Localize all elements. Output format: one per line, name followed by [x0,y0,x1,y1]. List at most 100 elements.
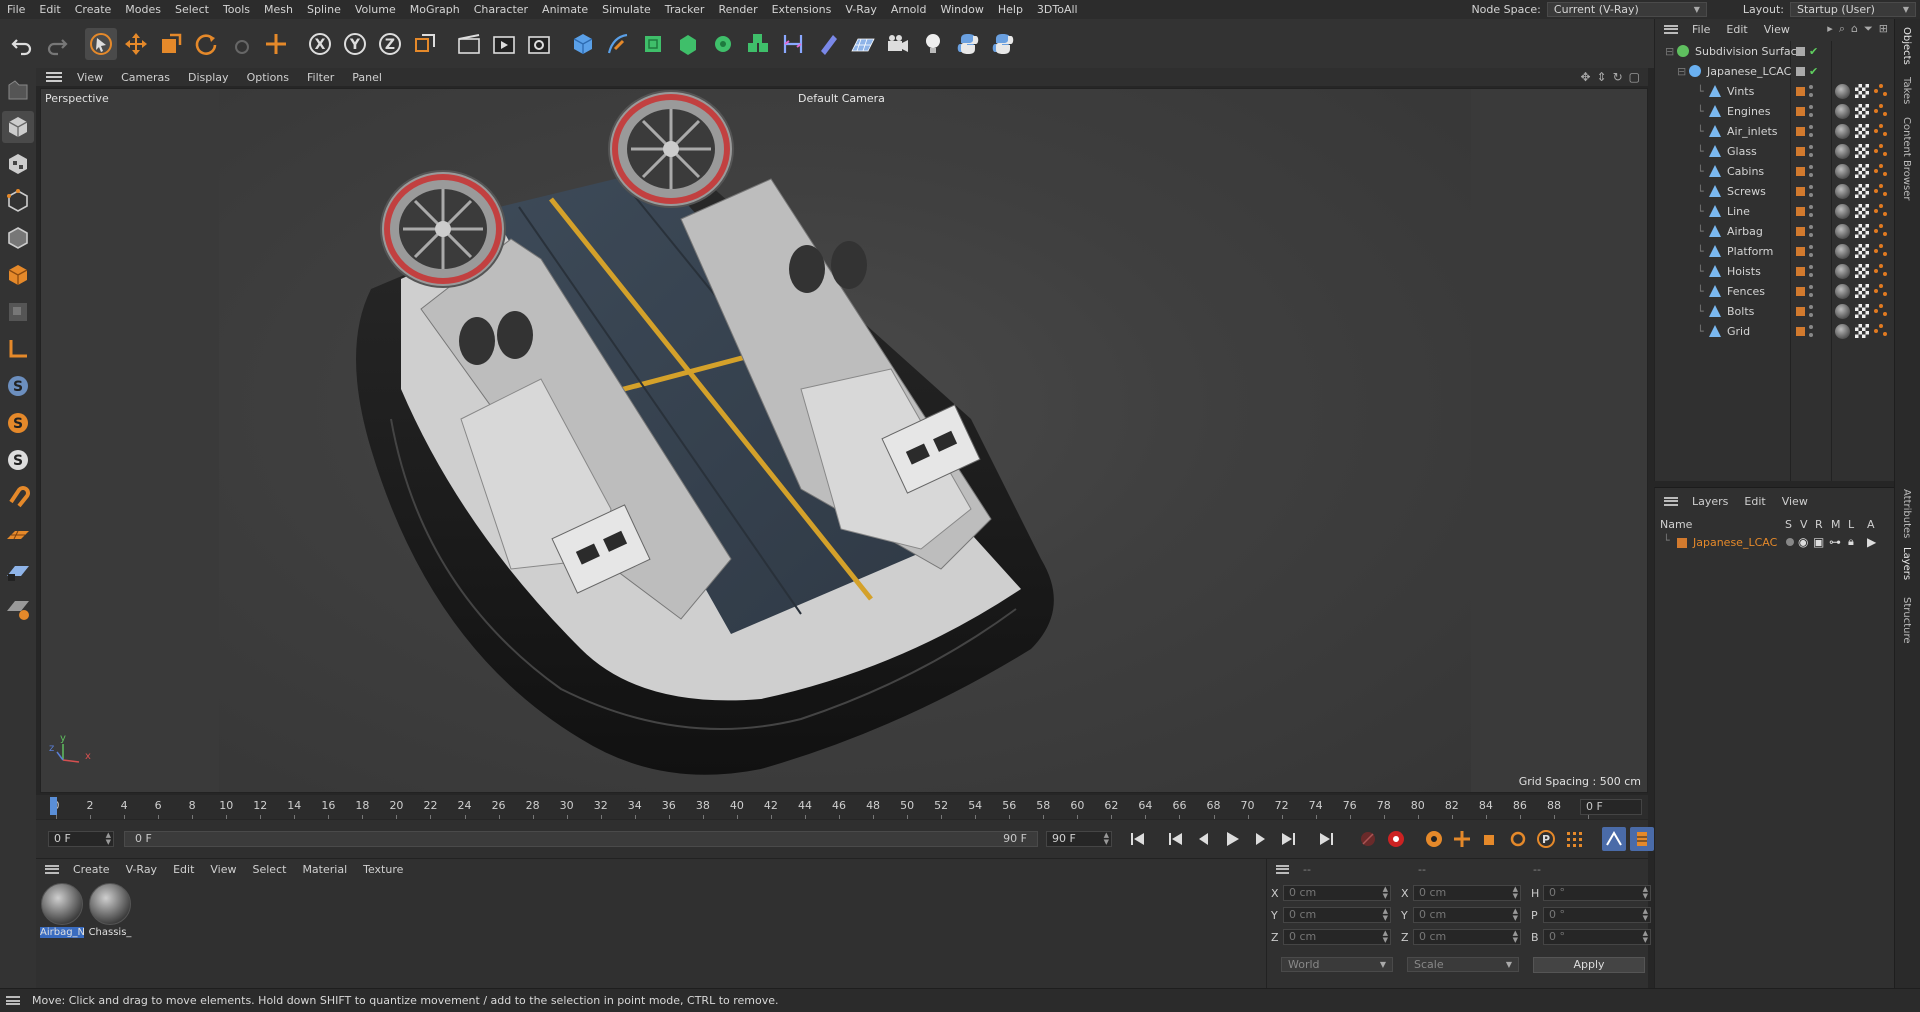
texture-tag-icon[interactable] [1855,284,1869,298]
coord-mode-dropdown[interactable]: World ▼ [1281,957,1393,972]
camera-button[interactable] [882,28,914,60]
coord-size-field[interactable]: 0 cm ▲ ▼ [1413,929,1521,945]
object-row-fences[interactable]: └ Fences [1655,281,1895,301]
axis-mode-button[interactable] [2,333,34,365]
tab-structure[interactable]: Structure [1901,597,1912,644]
move-tool-button[interactable] [120,28,152,60]
vray-tag-icon[interactable] [1874,124,1888,138]
layer-color-icon[interactable] [1796,246,1805,256]
texture-tag-icon[interactable] [1855,104,1869,118]
tab-objects[interactable]: Objects [1901,27,1912,65]
layer-color-icon[interactable] [1796,86,1805,96]
object-menu-view[interactable]: View [1756,23,1798,36]
layer-menu-view[interactable]: View [1774,495,1816,508]
object-row-hoists[interactable]: └ Hoists [1655,261,1895,281]
menu-window[interactable]: Window [933,3,990,16]
live-selection-button[interactable] [85,27,117,60]
viewport-menu-panel[interactable]: Panel [343,71,391,84]
object-menu-edit[interactable]: Edit [1718,23,1755,36]
cube-object-button[interactable] [567,28,599,60]
playhead[interactable] [50,797,57,815]
tab-layers[interactable]: Layers [1901,547,1912,580]
viewport-perspective[interactable]: Perspective Default Camera Grid Spacing … [40,88,1648,793]
subdivision-button[interactable] [637,28,669,60]
layout-dropdown[interactable]: Startup (User) ▼ [1790,2,1916,17]
coord-rotation-field[interactable]: 0 ° ▲ ▼ [1543,885,1651,901]
python-script-button[interactable] [987,28,1019,60]
scale-tool-button[interactable] [155,28,187,60]
maximize-icon[interactable]: ▢ [1629,70,1640,84]
object-row-line[interactable]: └ Line [1655,201,1895,221]
menu-arnold[interactable]: Arnold [884,3,934,16]
texture-tag-icon[interactable] [1855,144,1869,158]
x-axis-lock-button[interactable]: X [304,28,336,60]
vray-tag-icon[interactable] [1874,324,1888,338]
tab-takes[interactable]: Takes [1901,77,1912,104]
layer-color-icon[interactable] [1796,206,1805,216]
material-tag-icon[interactable] [1835,183,1850,199]
texture-tag-icon[interactable] [1855,204,1869,218]
material-menu-view[interactable]: View [202,863,244,876]
menu-edit[interactable]: Edit [32,3,67,16]
visibility-dots-icon[interactable] [1809,125,1813,137]
start-frame-field[interactable]: 0 F ▲ ▼ [48,831,114,847]
coord-position-field[interactable]: 0 cm ▲ ▼ [1283,907,1391,923]
vray-tag-icon[interactable] [1874,204,1888,218]
tab-attributes[interactable]: Attributes [1901,489,1912,538]
animation-play-icon[interactable]: ▶ [1867,535,1876,549]
z-axis-lock-button[interactable]: Z [374,28,406,60]
layer-menu-layers[interactable]: Layers [1684,495,1736,508]
coord-position-field[interactable]: 0 cm ▲ ▼ [1283,929,1391,945]
layer-color-icon[interactable] [1796,46,1805,56]
timeline-window-button[interactable] [1630,827,1654,851]
material-tag-icon[interactable] [1835,243,1850,259]
texture-tag-icon[interactable] [1855,164,1869,178]
grid-lock-button[interactable] [2,555,34,587]
model-mode-button[interactable] [2,111,34,143]
coord-rotation-field[interactable]: 0 ° ▲ ▼ [1543,929,1651,945]
layer-color-icon[interactable] [1796,286,1805,296]
visibility-dots-icon[interactable] [1809,145,1813,157]
layer-menu-edit[interactable]: Edit [1736,495,1773,508]
vray-tag-icon[interactable] [1874,144,1888,158]
material-menu-select[interactable]: Select [245,863,295,876]
object-row-screws[interactable]: └ Screws [1655,181,1895,201]
layer-color-icon[interactable] [1796,126,1805,136]
search-icon[interactable]: ⌕ [1839,22,1845,36]
layer-color-icon[interactable] [1796,66,1805,76]
make-editable-button[interactable] [2,74,34,106]
current-frame-field[interactable]: 0 F [1580,799,1642,815]
filter-icon[interactable]: ⏷ [1864,22,1873,36]
snap-button[interactable]: S [2,370,34,402]
soft-selection-button[interactable]: S [2,407,34,439]
hovercraft-model[interactable] [41,89,1648,793]
menu-spline[interactable]: Spline [300,3,348,16]
next-frame-button[interactable] [1248,827,1272,851]
layer-row[interactable]: └ Japanese_LCAC ◉ ▣ ⊶ 🔒︎ ▶ [1655,534,1895,552]
menu-select[interactable]: Select [168,3,216,16]
layer-color-icon[interactable] [1796,266,1805,276]
camera-name[interactable]: Default Camera [798,92,885,105]
dolly-icon[interactable]: ⇕ [1597,70,1607,84]
material-swatch[interactable]: Chassis_ [88,883,132,938]
apply-button[interactable]: Apply [1533,957,1645,973]
material-tag-icon[interactable] [1835,143,1850,159]
vray-tag-icon[interactable] [1874,164,1888,178]
y-axis-lock-button[interactable]: Y [339,28,371,60]
render-clapper-icon[interactable]: ▣ [1813,535,1824,549]
go-to-end-button[interactable] [1314,827,1338,851]
object-row-airbag[interactable]: └ Airbag [1655,221,1895,241]
material-tag-icon[interactable] [1835,283,1850,299]
frame-range-slider[interactable]: 0 F 90 F [124,831,1038,847]
menu-v-ray[interactable]: V-Ray [838,3,884,16]
object-row-japanese-lcac[interactable]: ⊟ Japanese_LCAC ✔ [1655,61,1895,81]
vray-tag-icon[interactable] [1874,104,1888,118]
layer-color-icon[interactable] [1796,106,1805,116]
workplane-button[interactable] [2,518,34,550]
menu-help[interactable]: Help [991,3,1030,16]
record-keys-button[interactable] [1356,827,1380,851]
viewport-menu-options[interactable]: Options [238,71,298,84]
visibility-dots-icon[interactable] [1809,85,1813,97]
menu-extensions[interactable]: Extensions [765,3,839,16]
coord-size-field[interactable]: 0 cm ▲ ▼ [1413,907,1521,923]
